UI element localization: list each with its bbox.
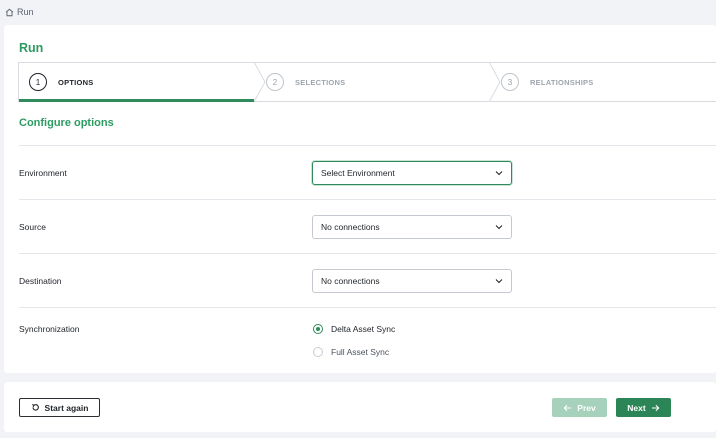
- arrow-left-icon: [563, 404, 572, 411]
- divider: [19, 253, 716, 254]
- environment-select[interactable]: Select Environment: [312, 161, 512, 185]
- restart-icon: [31, 403, 39, 411]
- radio-delta-asset-sync[interactable]: Delta Asset Sync: [313, 324, 395, 334]
- step-number: 2: [266, 73, 284, 91]
- radio-button[interactable]: [313, 347, 323, 357]
- divider: [19, 145, 716, 146]
- stepper: 1 OPTIONS 2 SELECTIONS 3 RELATIONSHIPS: [18, 62, 716, 102]
- step-number: 1: [29, 73, 47, 91]
- step-options[interactable]: 1 OPTIONS: [19, 62, 266, 102]
- start-again-button[interactable]: Start again: [19, 398, 100, 417]
- divider: [19, 199, 716, 200]
- source-label: Source: [19, 222, 46, 232]
- page-title: Run: [19, 41, 44, 55]
- destination-select[interactable]: No connections: [312, 269, 512, 293]
- step-label: OPTIONS: [58, 77, 94, 87]
- chevron-down-icon: [495, 279, 503, 284]
- home-icon[interactable]: [5, 8, 14, 17]
- step-number: 3: [501, 73, 519, 91]
- start-again-label: Start again: [44, 402, 89, 413]
- destination-select-value: No connections: [321, 276, 380, 286]
- step-selections[interactable]: 2 SELECTIONS: [255, 62, 501, 102]
- footer-bar: Start again Prev Next: [4, 382, 716, 432]
- breadcrumb: Run: [5, 6, 34, 18]
- arrow-right-icon: [651, 404, 660, 411]
- step-label: RELATIONSHIPS: [530, 77, 594, 87]
- prev-label: Prev: [577, 402, 596, 413]
- prev-button[interactable]: Prev: [552, 398, 607, 417]
- radio-full-asset-sync[interactable]: Full Asset Sync: [313, 347, 389, 357]
- divider: [19, 307, 716, 308]
- source-select-value: No connections: [321, 222, 380, 232]
- step-separator-icon: [254, 62, 266, 102]
- radio-label: Delta Asset Sync: [331, 324, 396, 334]
- radio-label: Full Asset Sync: [331, 347, 390, 357]
- environment-label: Environment: [19, 168, 67, 178]
- environment-select-value: Select Environment: [321, 168, 395, 178]
- step-separator-icon: [489, 62, 501, 102]
- section-title: Configure options: [19, 117, 114, 129]
- run-card: Run 1 OPTIONS 2 SELECTIONS 3 RELATIONSHI…: [4, 25, 716, 373]
- radio-button[interactable]: [313, 324, 323, 334]
- next-label: Next: [627, 402, 646, 413]
- step-relationships[interactable]: 3 RELATIONSHIPS: [490, 63, 716, 101]
- chevron-down-icon: [495, 171, 503, 176]
- breadcrumb-run[interactable]: Run: [17, 7, 34, 17]
- source-select[interactable]: No connections: [312, 215, 512, 239]
- destination-label: Destination: [19, 276, 62, 286]
- chevron-down-icon: [495, 225, 503, 230]
- next-button[interactable]: Next: [616, 398, 671, 417]
- synchronization-label: Synchronization: [19, 324, 80, 334]
- step-label: SELECTIONS: [295, 77, 346, 87]
